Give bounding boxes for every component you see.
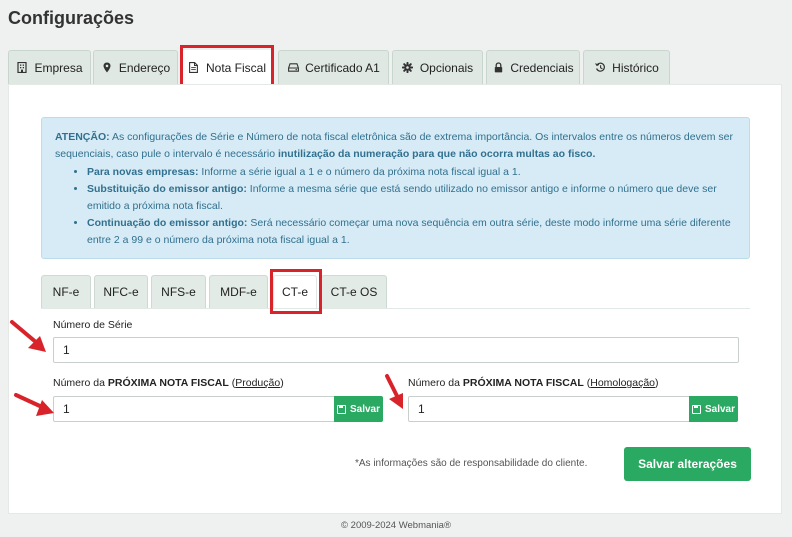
footer-copyright: © 2009-2024 Webmania® xyxy=(341,520,451,531)
tab-nfce[interactable]: NFC-e xyxy=(94,275,148,308)
serie-label: Número de Série xyxy=(53,319,133,331)
save-changes-button[interactable]: Salvar alterações xyxy=(624,447,751,481)
label-env-producao: Produção xyxy=(235,377,281,389)
label-bold: PRÓXIMA NOTA FISCAL xyxy=(107,377,229,389)
tab-nfe[interactable]: NF-e xyxy=(41,275,91,308)
homologacao-label: Número da PRÓXIMA NOTA FISCAL (Homologaç… xyxy=(408,377,659,389)
building-icon xyxy=(16,62,28,74)
alert-list-item: Substituição do emissor antigo: Informe … xyxy=(87,181,736,215)
alert-intro: ATENÇÃO: As configurações de Série e Núm… xyxy=(55,129,736,163)
file-icon xyxy=(188,62,200,74)
alert-item-text: Informe a série igual a 1 e o número da … xyxy=(198,166,521,178)
floppy-icon xyxy=(691,404,701,414)
lock-icon xyxy=(492,62,504,74)
save-homologacao-button[interactable]: Salvar xyxy=(689,396,738,422)
tab-certificado-a1-label: Certificado A1 xyxy=(305,60,380,75)
tab-cte-os[interactable]: CT-e OS xyxy=(321,275,387,308)
tab-opcionais-label: Opcionais xyxy=(419,60,474,75)
tab-empresa[interactable]: Empresa xyxy=(8,50,91,84)
label-prefix: Número da xyxy=(408,377,463,389)
warning-alert: ATENÇÃO: As configurações de Série e Núm… xyxy=(41,117,750,259)
alert-bold-text: inutilização da numeração para que não o… xyxy=(277,148,596,160)
tab-nfse[interactable]: NFS-e xyxy=(151,275,206,308)
annotation-arrow-producao xyxy=(14,393,54,416)
alert-item-strong: Substituição do emissor antigo: xyxy=(87,183,247,195)
label-env-homologacao: Homologação xyxy=(590,377,656,389)
tab-endereco[interactable]: Endereço xyxy=(93,50,178,84)
hdd-icon xyxy=(287,62,299,74)
tab-historico-label: Histórico xyxy=(612,60,659,75)
serie-input[interactable] xyxy=(53,337,739,363)
label-bold: PRÓXIMA NOTA FISCAL xyxy=(462,377,584,389)
save-producao-label: Salvar xyxy=(349,403,381,415)
save-producao-button[interactable]: Salvar xyxy=(334,396,383,422)
tab-cte[interactable]: CT-e xyxy=(273,275,317,308)
floppy-icon xyxy=(336,404,346,414)
annotation-arrow-serie xyxy=(10,320,46,352)
tab-empresa-label: Empresa xyxy=(34,60,83,75)
label-paren-close: ) xyxy=(280,377,284,389)
alert-item-strong: Continuação do emissor antigo: xyxy=(87,217,248,229)
tab-credenciais[interactable]: Credenciais xyxy=(486,50,580,84)
alert-list: Para novas empresas: Informe a série igu… xyxy=(55,164,736,249)
map-marker-icon xyxy=(101,62,113,74)
disclaimer-text: *As informações são de responsabilidade … xyxy=(355,458,588,469)
tab-historico[interactable]: Histórico xyxy=(583,50,670,84)
tab-opcionais[interactable]: Opcionais xyxy=(392,50,483,84)
label-prefix: Número da xyxy=(53,377,108,389)
tab-endereco-label: Endereço xyxy=(118,60,171,75)
alert-list-item: Para novas empresas: Informe a série igu… xyxy=(87,164,736,181)
label-paren-close: ) xyxy=(655,377,659,389)
producao-input[interactable] xyxy=(53,396,335,422)
tab-nota-fiscal-label: Nota Fiscal xyxy=(205,60,267,75)
tab-certificado-a1[interactable]: Certificado A1 xyxy=(278,50,389,84)
tabs-divider xyxy=(41,308,750,309)
tab-credenciais-label: Credenciais xyxy=(510,60,574,75)
tab-mdfe[interactable]: MDF-e xyxy=(209,275,268,308)
annotation-arrow-homologacao xyxy=(385,374,403,409)
content-panel: ATENÇÃO: As configurações de Série e Núm… xyxy=(8,84,782,514)
alert-item-strong: Para novas empresas: xyxy=(87,166,199,178)
history-icon xyxy=(594,62,606,74)
gear-icon xyxy=(402,62,414,74)
homologacao-input[interactable] xyxy=(408,396,690,422)
alert-title: ATENÇÃO: xyxy=(55,131,110,143)
tab-nota-fiscal[interactable]: Nota Fiscal xyxy=(182,50,272,84)
page-title: Configurações xyxy=(8,8,135,28)
alert-list-item: Continuação do emissor antigo: Será nece… xyxy=(87,215,736,249)
save-homologacao-label: Salvar xyxy=(704,403,736,415)
producao-label: Número da PRÓXIMA NOTA FISCAL (Produção) xyxy=(53,377,284,389)
